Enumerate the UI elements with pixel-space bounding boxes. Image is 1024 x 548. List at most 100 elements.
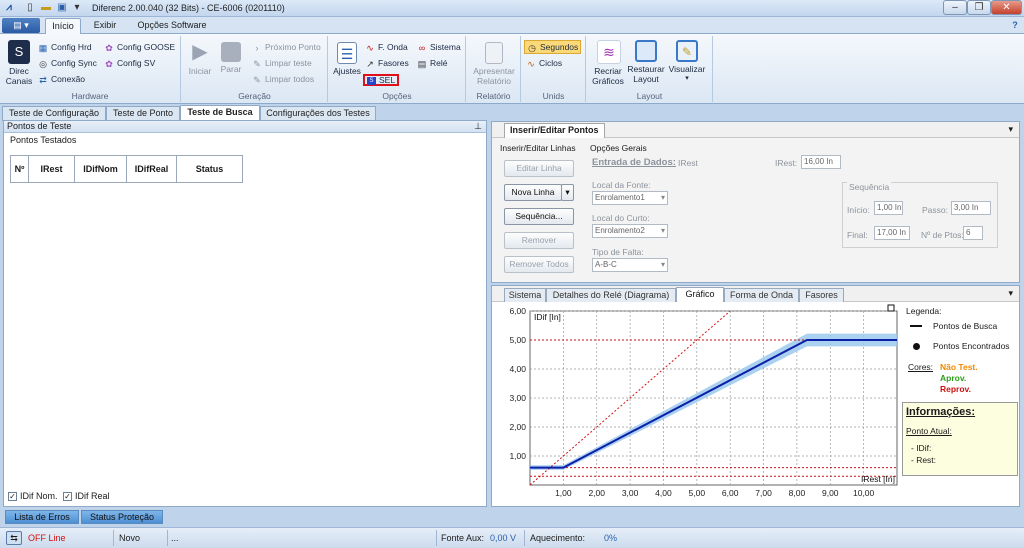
new-file-icon[interactable]: ▯	[24, 2, 36, 14]
apresentar-relatorio-button[interactable]: Apresentar Relatório	[469, 42, 519, 86]
tab-fasores[interactable]: Fasores	[799, 288, 844, 302]
conexao-button[interactable]: ⇄ Conexão	[38, 74, 85, 85]
nova-linha-button[interactable]: Nova Linha	[504, 184, 562, 201]
recriar-label: Recriar Gráficos	[592, 66, 624, 86]
fasores-label: Fasores	[378, 58, 409, 68]
pin-icon[interactable]: ⊥	[474, 121, 482, 132]
quick-access-dropdown-icon[interactable]: ▾	[71, 2, 83, 14]
connection-status-icon[interactable]: ⇆	[6, 531, 22, 545]
config-sv-button[interactable]: ✿ Config SV	[104, 58, 155, 69]
tab-teste-ponto[interactable]: Teste de Ponto	[106, 106, 180, 121]
title-bar: ⩘ ▯ ▬ ▣ ▾ Diferenc 2.00.040 (32 Bits) - …	[0, 0, 1024, 17]
legend-busca: Pontos de Busca	[933, 321, 998, 331]
visualizar-dropdown-icon: ▾	[685, 75, 689, 82]
chart-waves-icon: ≋	[597, 40, 621, 64]
y-tick-label: 2,00	[509, 422, 526, 432]
passo-field[interactable]: 3,00 In	[951, 201, 991, 215]
limpar-teste-button[interactable]: ✎ Limpar teste	[252, 58, 312, 69]
tab-inserir-editar[interactable]: Inserir/Editar Pontos	[504, 123, 605, 138]
parar-button[interactable]: Parar	[218, 40, 244, 74]
recriar-graficos-button[interactable]: ≋ Recriar Gráficos	[591, 40, 627, 86]
segundos-button[interactable]: ◷ Segundos	[524, 40, 582, 54]
tab-inicio[interactable]: Início	[45, 18, 81, 34]
config-sync-button[interactable]: ◎ Config Sync	[38, 58, 97, 69]
status-separator	[436, 530, 437, 546]
sequencia-button[interactable]: Sequência...	[504, 208, 574, 225]
settings-list-icon: ☰	[337, 42, 357, 64]
fasores-button[interactable]: ↗ Fasores	[365, 58, 409, 69]
restaurar-layout-button[interactable]: Restaurar Layout	[627, 40, 665, 84]
source-location-label: Local da Fonte:	[592, 180, 651, 190]
tab-forma-onda[interactable]: Forma de Onda	[724, 288, 799, 302]
legend-reprovado: Reprov.	[940, 384, 972, 394]
iniciar-button[interactable]: ▶ Iniciar	[186, 40, 214, 76]
general-options-label: Opções Gerais	[590, 143, 647, 153]
chk-idif-nom[interactable]: ✓ IDif Nom.	[8, 491, 58, 502]
fault-type-select[interactable]: A-B-C	[592, 258, 668, 272]
tab-teste-configuracao[interactable]: Teste de Configuração	[2, 106, 106, 121]
bottom-tabs: Lista de Erros Status Proteção	[0, 508, 1024, 526]
col-numero[interactable]: Nº	[10, 155, 29, 183]
ajustes-button[interactable]: ☰ Ajustes	[331, 42, 363, 76]
config-hrd-button[interactable]: ▦ Config Hrd	[38, 42, 92, 53]
direc-canais-button[interactable]: S Direc Canais	[4, 40, 34, 86]
maximize-button[interactable]: ❐	[967, 0, 991, 15]
save-icon[interactable]: ▣	[56, 2, 68, 14]
tab-lista-erros[interactable]: Lista de Erros	[5, 510, 79, 524]
fault-location-select[interactable]: Enrolamento2	[592, 224, 668, 238]
minimize-button[interactable]: –	[943, 0, 967, 15]
inicio-field[interactable]: 1,00 In	[874, 201, 903, 215]
panel-menu-icon[interactable]: ▾	[1008, 124, 1013, 135]
sel-logo-icon: S	[367, 76, 376, 85]
ciclos-button[interactable]: ∿ Ciclos	[526, 58, 562, 69]
characteristic-chart[interactable]: 1,00 2,00 3,00 4,00 5,00 6,00 7,00 8,00 9,00 10,0…	[492, 303, 902, 506]
rele-button[interactable]: ▤ Relé	[417, 58, 448, 69]
tab-detalhes-rele[interactable]: Detalhes do Relé (Diagrama)	[546, 288, 676, 302]
eraser-all-icon: ✎	[253, 74, 261, 85]
f-onda-button[interactable]: ∿ F. Onda	[365, 42, 408, 53]
open-folder-icon[interactable]: ▬	[40, 2, 52, 14]
restaurar-label: Restaurar Layout	[627, 64, 665, 84]
limpar-todos-button[interactable]: ✎ Limpar todos	[252, 74, 314, 85]
application-menu-button[interactable]: ▤ ▾	[2, 18, 40, 33]
npts-field[interactable]: 6	[963, 226, 983, 240]
final-field[interactable]: 17,00 In	[874, 226, 910, 240]
help-icon[interactable]: ?	[1008, 18, 1022, 34]
panel-menu-icon[interactable]: ▾	[1008, 288, 1013, 299]
remover-button[interactable]: Remover	[504, 232, 574, 249]
tab-sistema[interactable]: Sistema	[504, 288, 546, 302]
nova-linha-dropdown-icon[interactable]: ▾	[561, 184, 574, 201]
status-separator	[524, 530, 525, 546]
tab-configuracoes-testes[interactable]: Configurações dos Testes	[260, 106, 376, 121]
col-idifnom[interactable]: IDifNom	[74, 155, 127, 183]
ribbon-tabs: ▤ ▾ Início Exibir Opções Software ?	[0, 17, 1024, 34]
irest-field[interactable]: 16,00 In	[801, 155, 841, 169]
tab-grafico[interactable]: Gráfico	[676, 287, 724, 302]
chk-idif-real[interactable]: ✓ IDif Real	[63, 491, 110, 502]
legend-cores: Cores:	[908, 362, 934, 372]
tab-exibir[interactable]: Exibir	[86, 18, 124, 34]
source-location-select[interactable]: Enrolamento1	[592, 191, 668, 205]
tab-status-protecao[interactable]: Status Proteção	[81, 510, 163, 524]
col-irest[interactable]: IRest	[28, 155, 75, 183]
phasor-icon: ↗	[366, 58, 374, 69]
group-hardware: S Direc Canais ▦ Config Hrd ◎ Config Sync …	[0, 36, 181, 102]
sistema-button[interactable]: ∞ Sistema	[417, 42, 461, 53]
fonte-aux-label: Fonte Aux:	[441, 533, 485, 543]
group-label-unids: Unids	[542, 91, 565, 101]
config-goose-button[interactable]: ✿ Config GOOSE	[104, 42, 175, 53]
tab-opcoes-software[interactable]: Opções Software	[130, 18, 214, 34]
proximo-ponto-button[interactable]: › Próximo Ponto	[252, 42, 321, 53]
remover-todos-button[interactable]: Remover Todos	[504, 256, 574, 273]
visualizar-button[interactable]: ✎ Visualizar ▾	[667, 40, 707, 84]
tab-teste-busca[interactable]: Teste de Busca	[180, 105, 260, 121]
col-status[interactable]: Status	[176, 155, 243, 183]
group-opcoes: ☰ Ajustes ∿ F. Onda ↗ Fasores ∞ Sistema ▤ Re…	[329, 36, 466, 102]
fault-type-label: Tipo de Falta:	[592, 247, 644, 257]
editar-linha-button[interactable]: Editar Linha	[504, 160, 574, 177]
config-goose-label: Config GOOSE	[117, 42, 176, 52]
sel-button[interactable]: S SEL	[363, 74, 400, 86]
close-button[interactable]: ✕	[991, 0, 1022, 15]
status-file: Novo	[119, 533, 141, 543]
col-idifreal[interactable]: IDifReal	[126, 155, 177, 183]
